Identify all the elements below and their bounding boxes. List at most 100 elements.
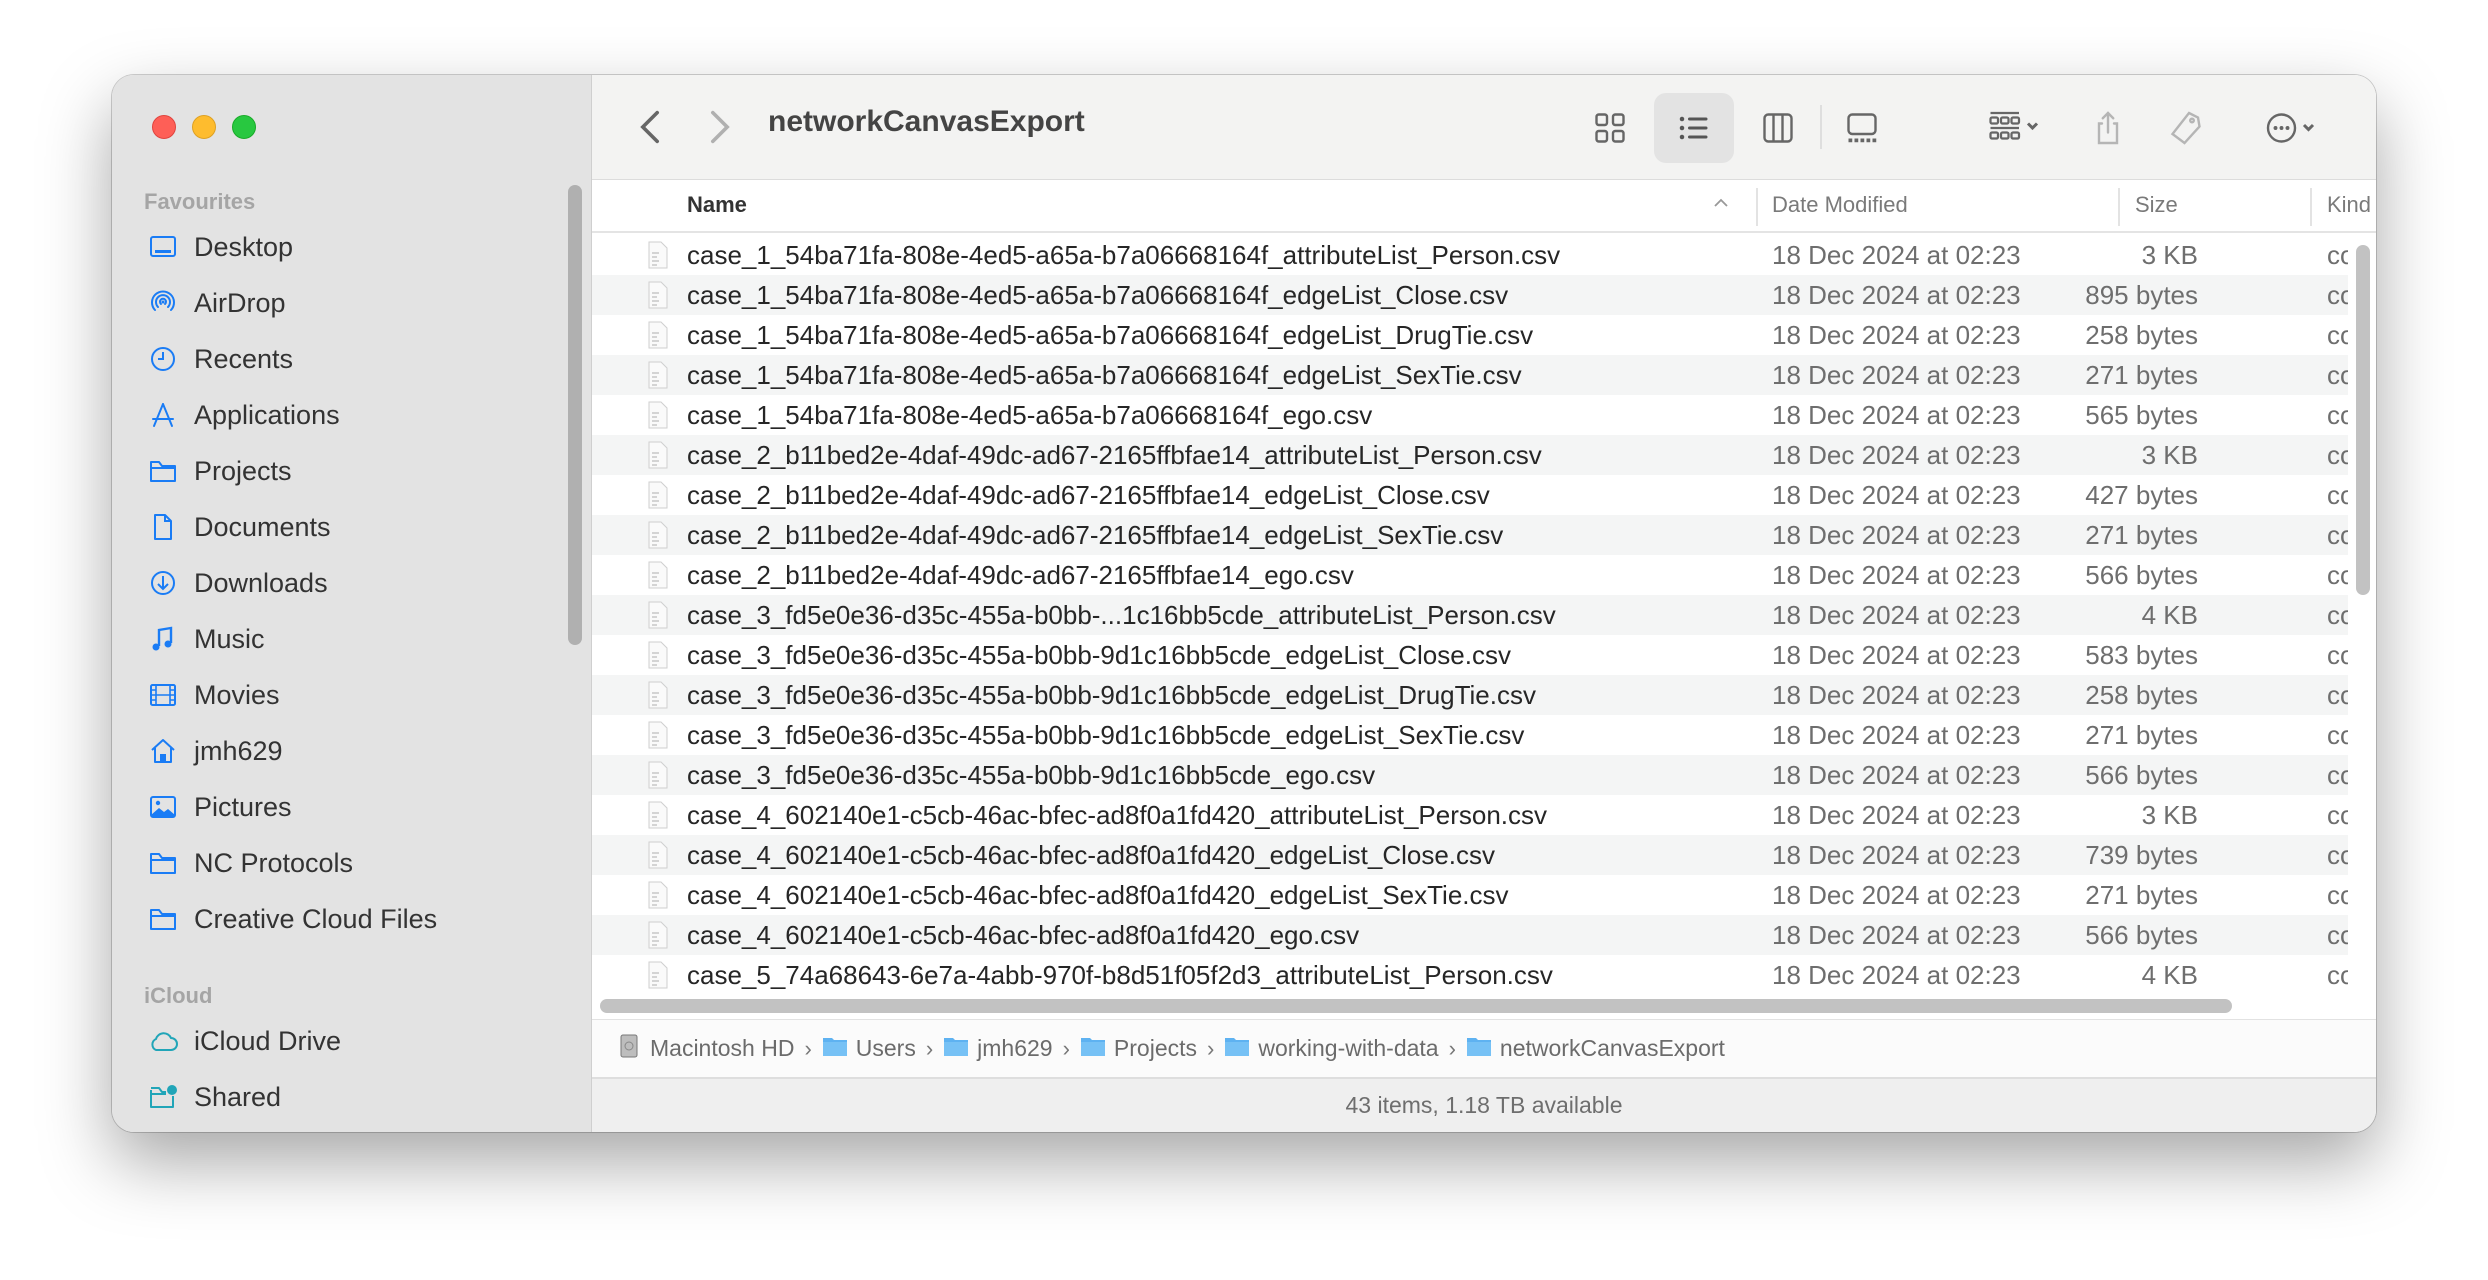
file-row[interactable]: case_4_602140e1-c5cb-46ac-bfec-ad8f0a1fd…: [592, 915, 2348, 955]
sidebar-item-nc-protocols[interactable]: NC Protocols: [112, 835, 552, 891]
path-separator-icon: ›: [804, 1035, 812, 1061]
file-date-modified: 18 Dec 2024 at 02:23: [1772, 239, 2021, 270]
sidebar-item-creative-cloud-files[interactable]: Creative Cloud Files: [112, 891, 552, 947]
sidebar-item-downloads[interactable]: Downloads: [112, 555, 552, 611]
sidebar-item-icloud-drive[interactable]: iCloud Drive: [112, 1013, 552, 1069]
file-size: 271 bytes: [2085, 719, 2198, 750]
column-kind-header[interactable]: Kind: [2327, 192, 2371, 218]
column-divider[interactable]: [2118, 188, 2120, 226]
gallery-view-button[interactable]: [1836, 103, 1888, 153]
sidebar-item-documents[interactable]: Documents: [112, 499, 552, 555]
file-row[interactable]: case_2_b11bed2e-4daf-49dc-ad67-2165ffbfa…: [592, 555, 2348, 595]
horizontal-scrollbar[interactable]: [600, 999, 2232, 1013]
column-name-header[interactable]: Name: [687, 192, 747, 218]
sidebar-item-music[interactable]: Music: [112, 611, 552, 667]
list-view-button[interactable]: [1654, 93, 1734, 163]
csv-file-icon: [647, 321, 669, 349]
file-row[interactable]: case_5_74a68643-6e7a-4abb-970f-b8d51f05f…: [592, 955, 2348, 995]
path-crumb-label: Macintosh HD: [650, 1035, 795, 1061]
sidebar-item-airdrop[interactable]: AirDrop: [112, 275, 552, 331]
file-size: 271 bytes: [2085, 359, 2198, 390]
columns-icon: [1763, 113, 1793, 143]
file-size: 3 KB: [2141, 799, 2198, 830]
file-row[interactable]: case_3_fd5e0e36-d35c-455a-b0bb-...1c16bb…: [592, 595, 2348, 635]
file-row[interactable]: case_1_54ba71fa-808e-4ed5-a65a-b7a066681…: [592, 235, 2348, 275]
file-date-modified: 18 Dec 2024 at 02:23: [1772, 559, 2021, 590]
path-separator-icon: ›: [1062, 1035, 1070, 1061]
column-view-button[interactable]: [1752, 103, 1804, 153]
sidebar-item-desktop[interactable]: Desktop: [112, 219, 552, 275]
share-icon: [2097, 111, 2119, 145]
file-row[interactable]: case_4_602140e1-c5cb-46ac-bfec-ad8f0a1fd…: [592, 875, 2348, 915]
path-crumb[interactable]: jmh629: [943, 1034, 1053, 1064]
column-divider[interactable]: [2310, 188, 2312, 226]
toolbar-separator: [1820, 105, 1822, 149]
csv-file-icon: [647, 441, 669, 469]
sidebar-item-label: AirDrop: [194, 287, 286, 318]
share-button[interactable]: [2086, 103, 2130, 153]
path-crumb[interactable]: Projects: [1080, 1034, 1197, 1064]
path-bar: Macintosh HD › Users › jmh629 › Projects › worki…: [592, 1019, 2376, 1079]
icon-view-button[interactable]: [1584, 103, 1636, 153]
file-row[interactable]: case_3_fd5e0e36-d35c-455a-b0bb-9d1c16bb5…: [592, 675, 2348, 715]
file-row[interactable]: case_1_54ba71fa-808e-4ed5-a65a-b7a066681…: [592, 315, 2348, 355]
minimize-button[interactable]: [192, 115, 216, 139]
group-by-button[interactable]: [1976, 103, 2056, 153]
sidebar-item-recents[interactable]: Recents: [112, 331, 552, 387]
sidebar-section-icloud: iCloud: [144, 983, 213, 1008]
sidebar-item-movies[interactable]: Movies: [112, 667, 552, 723]
sidebar-item-projects[interactable]: Projects: [112, 443, 552, 499]
path-crumb[interactable]: Users: [822, 1034, 916, 1064]
path-crumb[interactable]: Macintosh HD: [616, 1034, 794, 1064]
column-size-header[interactable]: Size: [2135, 192, 2178, 218]
file-row[interactable]: case_4_602140e1-c5cb-46ac-bfec-ad8f0a1fd…: [592, 835, 2348, 875]
file-row[interactable]: case_2_b11bed2e-4daf-49dc-ad67-2165ffbfa…: [592, 515, 2348, 555]
more-actions-button[interactable]: [2252, 103, 2332, 153]
file-row[interactable]: case_3_fd5e0e36-d35c-455a-b0bb-9d1c16bb5…: [592, 715, 2348, 755]
sidebar-item-pictures[interactable]: Pictures: [112, 779, 552, 835]
close-button[interactable]: [152, 115, 176, 139]
file-row[interactable]: case_2_b11bed2e-4daf-49dc-ad67-2165ffbfa…: [592, 475, 2348, 515]
sidebar-item-jmh629[interactable]: jmh629: [112, 723, 552, 779]
back-button[interactable]: [630, 107, 670, 147]
sidebar-item-shared[interactable]: Shared: [112, 1069, 552, 1125]
file-name: case_1_54ba71fa-808e-4ed5-a65a-b7a066681…: [687, 359, 1522, 390]
csv-file-icon: [647, 241, 669, 269]
file-size: 4 KB: [2141, 959, 2198, 990]
ellipsis-circle-icon: [2266, 113, 2315, 143]
file-row[interactable]: case_1_54ba71fa-808e-4ed5-a65a-b7a066681…: [592, 395, 2348, 435]
file-row[interactable]: case_2_b11bed2e-4daf-49dc-ad67-2165ffbfa…: [592, 435, 2348, 475]
file-name: case_2_b11bed2e-4daf-49dc-ad67-2165ffbfa…: [687, 519, 1504, 550]
file-size: 271 bytes: [2085, 519, 2198, 550]
music-note-icon: [146, 622, 180, 656]
file-row[interactable]: case_1_54ba71fa-808e-4ed5-a65a-b7a066681…: [592, 355, 2348, 395]
column-date-header[interactable]: Date Modified: [1772, 192, 1908, 218]
sidebar-section-favourites: Favourites: [144, 189, 256, 214]
file-row[interactable]: case_3_fd5e0e36-d35c-455a-b0bb-9d1c16bb5…: [592, 635, 2348, 675]
file-size: 258 bytes: [2085, 319, 2198, 350]
file-kind: comma...va: [2327, 759, 2348, 790]
csv-file-icon: [647, 281, 669, 309]
toolbar: networkCanvasExport: [592, 75, 2376, 180]
zoom-button[interactable]: [232, 115, 256, 139]
file-row[interactable]: case_1_54ba71fa-808e-4ed5-a65a-b7a066681…: [592, 275, 2348, 315]
clock-icon: [146, 342, 180, 376]
column-divider[interactable]: [1756, 188, 1758, 226]
sidebar-item-label: Downloads: [194, 567, 328, 598]
group-by-icon: [1989, 111, 2039, 140]
folder-icon: [1224, 1034, 1258, 1064]
tag-button[interactable]: [2164, 103, 2208, 153]
path-crumb[interactable]: working-with-data: [1224, 1034, 1439, 1064]
file-row[interactable]: case_4_602140e1-c5cb-46ac-bfec-ad8f0a1fd…: [592, 795, 2348, 835]
sidebar-item-applications[interactable]: Applications: [112, 387, 552, 443]
file-name: case_1_54ba71fa-808e-4ed5-a65a-b7a066681…: [687, 319, 1534, 350]
sidebar-scrollbar[interactable]: [568, 185, 582, 645]
path-crumb[interactable]: networkCanvasExport: [1466, 1034, 1725, 1064]
forward-button[interactable]: [700, 107, 740, 147]
window-controls: [152, 115, 256, 139]
file-row[interactable]: case_3_fd5e0e36-d35c-455a-b0bb-9d1c16bb5…: [592, 755, 2348, 795]
file-kind: comma...va: [2327, 879, 2348, 910]
sidebar-item-label: Projects: [194, 455, 292, 486]
file-name: case_3_fd5e0e36-d35c-455a-b0bb-...1c16bb…: [687, 599, 1556, 630]
vertical-scrollbar[interactable]: [2356, 245, 2370, 595]
